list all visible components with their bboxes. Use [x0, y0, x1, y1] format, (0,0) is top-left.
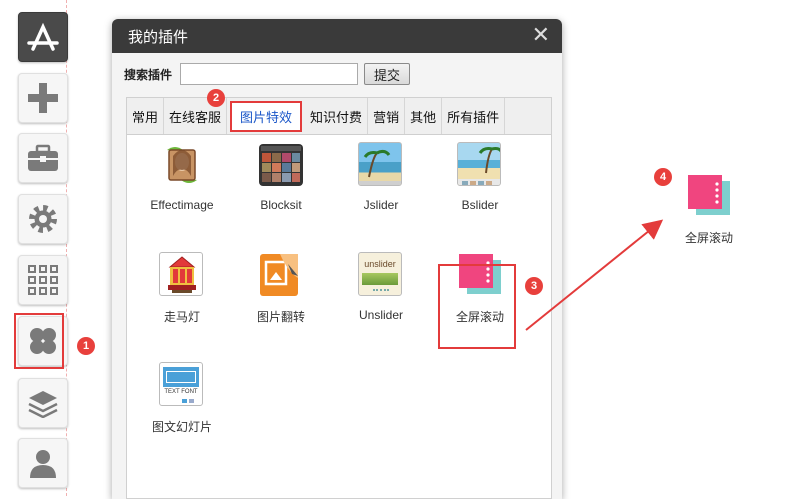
dropped-label: 全屏滚动: [684, 231, 733, 245]
fullscreen-scroll-icon: [686, 173, 732, 219]
dropped-fullscreen-scroll[interactable]: 全屏滚动: [669, 173, 749, 246]
drag-arrow: [525, 219, 664, 331]
